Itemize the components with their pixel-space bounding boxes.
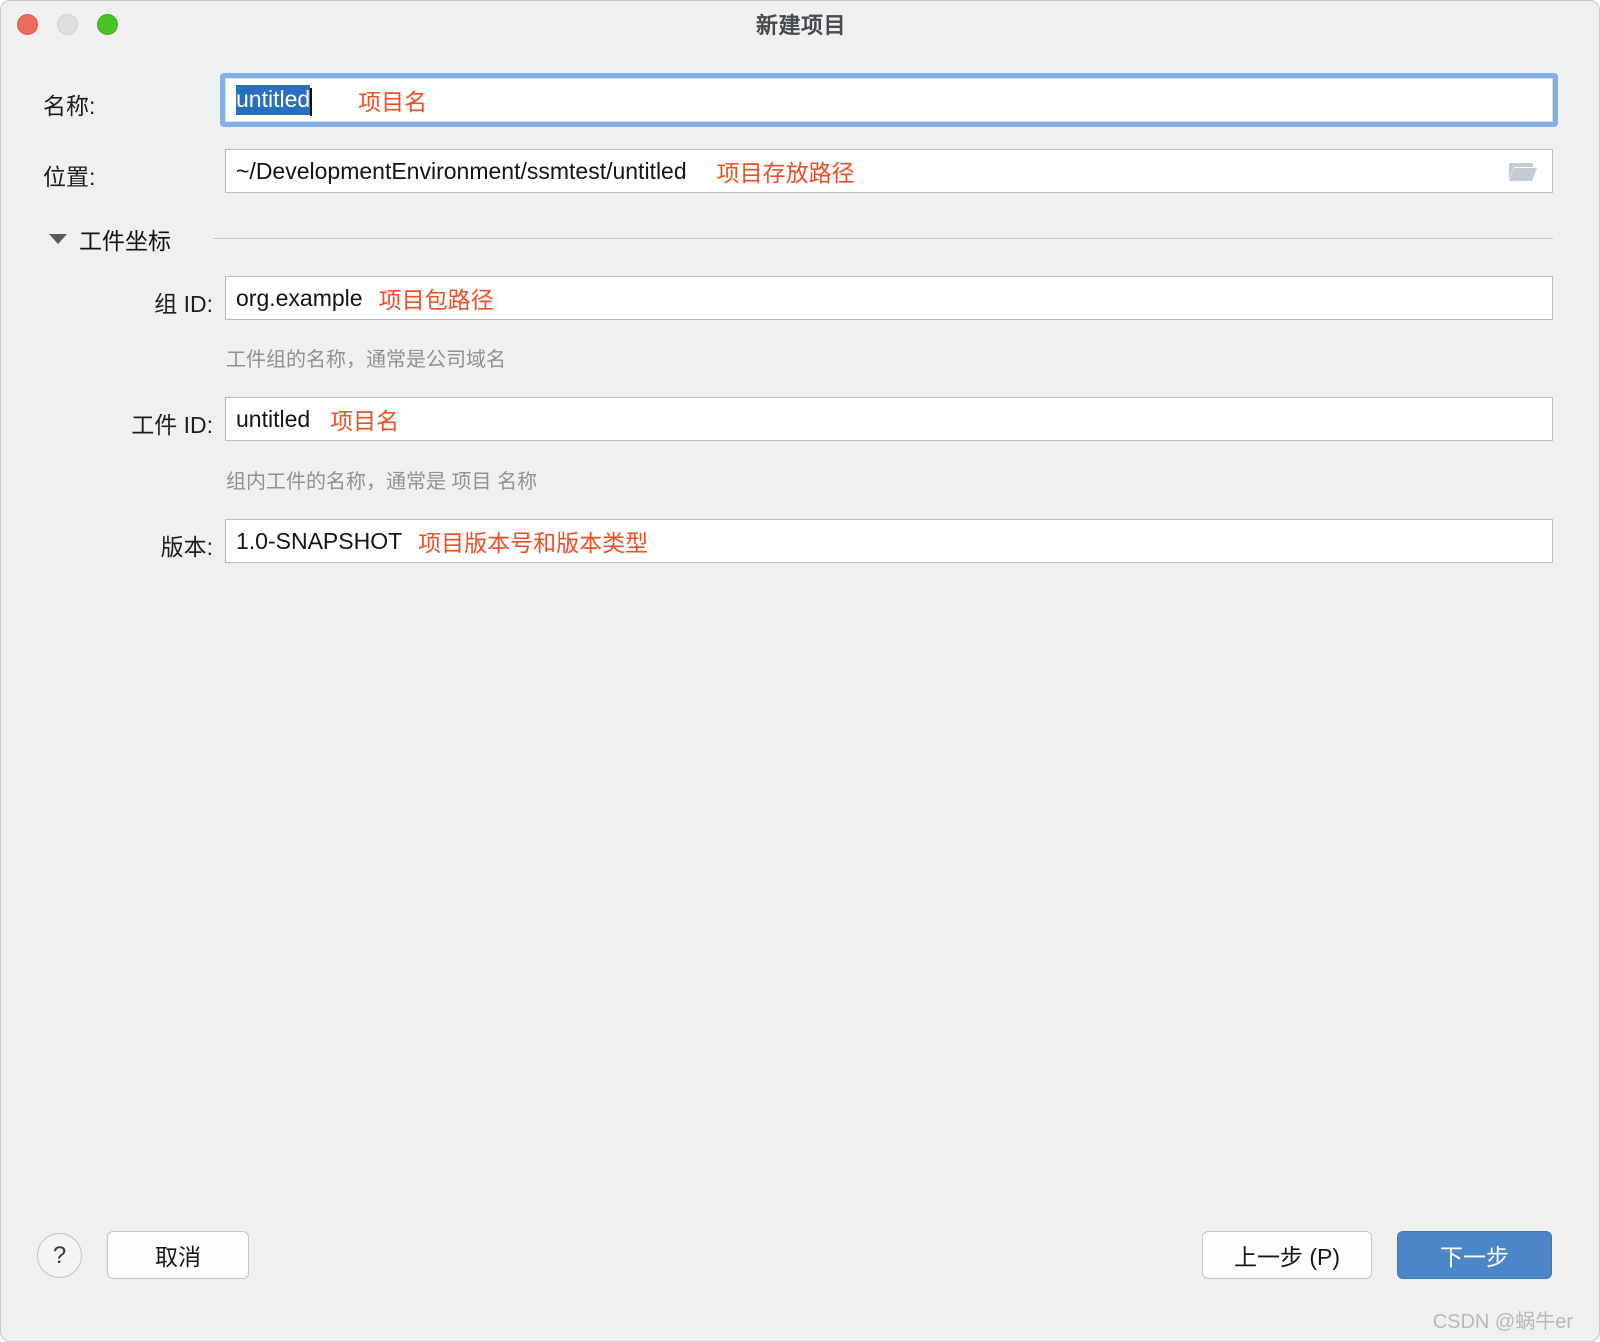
artifact-coordinates-section-title: 工件坐标 xyxy=(79,228,171,254)
location-input[interactable]: ~/DevelopmentEnvironment/ssmtest/untitle… xyxy=(225,149,1553,193)
group-id-annotation: 项目包路径 xyxy=(378,287,494,313)
title-bar: 新建项目 xyxy=(1,1,1599,47)
cancel-button[interactable]: 取消 xyxy=(107,1231,249,1279)
new-project-dialog: 新建项目 名称: untitled 项目名 位置: ~/DevelopmentE… xyxy=(0,0,1600,1342)
location-annotation: 项目存放路径 xyxy=(716,160,855,186)
section-divider xyxy=(213,238,1553,239)
location-label: 位置: xyxy=(43,164,96,190)
next-button[interactable]: 下一步 xyxy=(1397,1231,1552,1279)
name-input-value: untitled xyxy=(236,85,311,115)
help-button[interactable]: ? xyxy=(37,1233,82,1278)
location-input-value: ~/DevelopmentEnvironment/ssmtest/untitle… xyxy=(236,157,687,184)
window-title: 新建项目 xyxy=(755,13,846,38)
artifact-id-input[interactable]: untitled 项目名 xyxy=(225,397,1553,441)
location-row: 位置: ~/DevelopmentEnvironment/ssmtest/unt… xyxy=(1,149,1599,193)
group-id-row: 组 ID: org.example 项目包路径 xyxy=(1,276,1599,320)
group-id-input-value: org.example xyxy=(236,284,363,311)
group-id-label: 组 ID: xyxy=(154,291,213,317)
folder-icon[interactable] xyxy=(1508,159,1538,183)
artifact-id-row: 工件 ID: untitled 项目名 xyxy=(1,397,1599,441)
triangle-down-icon[interactable] xyxy=(49,234,67,244)
artifact-id-input-value: untitled xyxy=(236,405,311,432)
group-id-hint: 工件组的名称，通常是公司域名 xyxy=(226,349,506,371)
artifact-id-label: 工件 ID: xyxy=(131,412,213,438)
dialog-footer: ? 取消 上一步 (P) 下一步 xyxy=(1,1229,1599,1299)
name-input[interactable]: untitled 项目名 xyxy=(220,73,1558,127)
group-id-input[interactable]: org.example 项目包路径 xyxy=(225,276,1553,320)
name-label: 名称: xyxy=(43,93,96,119)
artifact-id-annotation: 项目名 xyxy=(330,408,400,434)
name-annotation: 项目名 xyxy=(358,89,428,115)
watermark: CSDN @蜗牛er xyxy=(1432,1311,1573,1333)
version-input-value: 1.0-SNAPSHOT xyxy=(236,527,403,554)
text-caret xyxy=(310,88,313,116)
artifact-coordinates-section-header[interactable]: 工件坐标 xyxy=(1,225,1599,255)
artifact-id-hint: 组内工件的名称，通常是 项目 名称 xyxy=(226,471,538,493)
previous-button[interactable]: 上一步 (P) xyxy=(1202,1231,1372,1279)
name-row: 名称: untitled 项目名 xyxy=(1,73,1599,127)
version-row: 版本: 1.0-SNAPSHOT 项目版本号和版本类型 xyxy=(1,519,1599,563)
version-input[interactable]: 1.0-SNAPSHOT 项目版本号和版本类型 xyxy=(225,519,1553,563)
version-annotation: 项目版本号和版本类型 xyxy=(418,530,649,556)
version-label: 版本: xyxy=(160,534,213,560)
